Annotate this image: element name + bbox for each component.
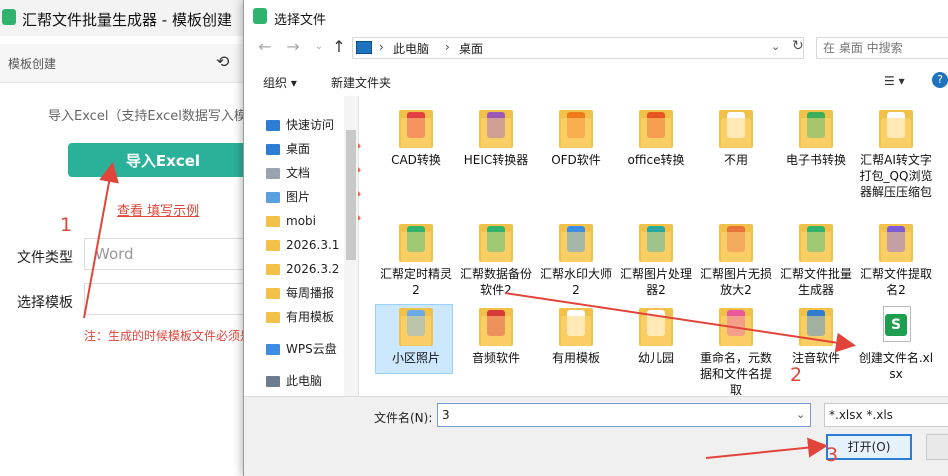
- arrow-2: [504, 292, 856, 353]
- annotation-number-1: 1: [60, 214, 73, 236]
- annotation-number-3: 3: [826, 444, 839, 466]
- annotation-arrows: [83, 162, 856, 459]
- arrow-1: [83, 162, 119, 319]
- arrow-3: [705, 437, 828, 459]
- annotation-number-2: 2: [790, 364, 803, 386]
